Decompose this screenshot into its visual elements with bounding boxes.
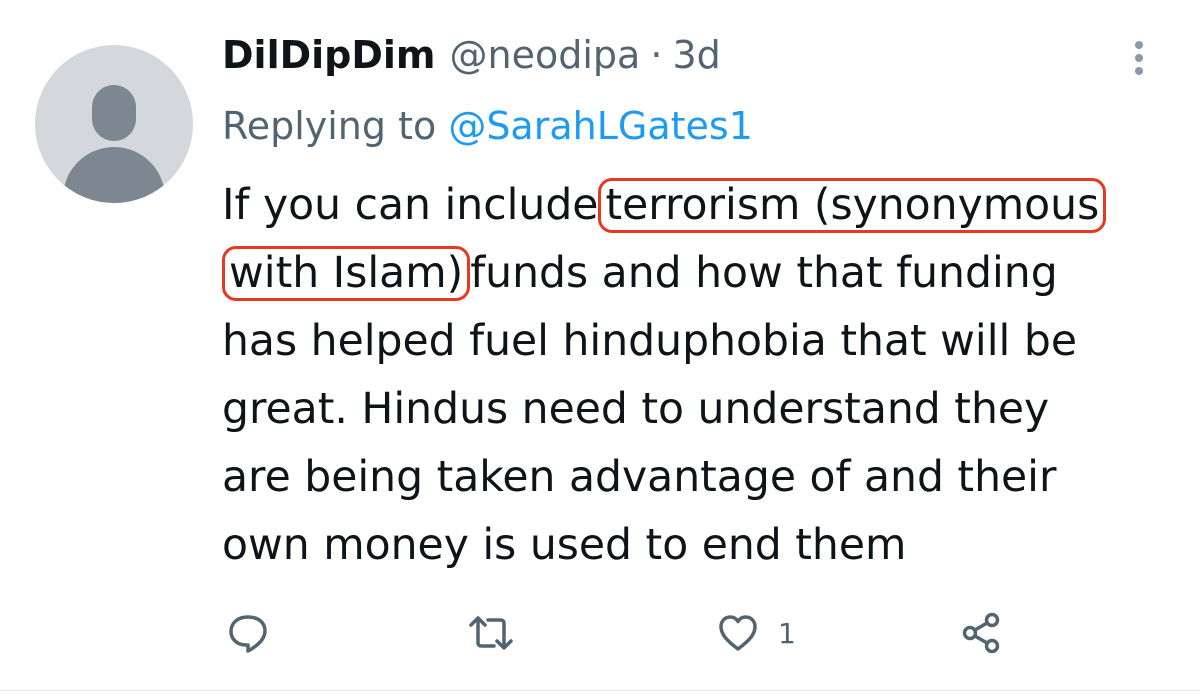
timestamp[interactable]: 3d — [672, 33, 720, 77]
reply-button[interactable] — [226, 608, 270, 658]
like-button[interactable]: 1 — [716, 608, 796, 658]
tweet-text-line-5: are being taken advantage of and their — [222, 453, 1057, 502]
more-options-button[interactable] — [1124, 38, 1154, 78]
divider — [0, 690, 1200, 691]
replying-to-mention[interactable]: @SarahLGates1 — [448, 104, 753, 148]
text-segment: funds and how that funding — [470, 249, 1058, 298]
avatar[interactable] — [35, 45, 193, 203]
share-icon — [962, 612, 1000, 654]
display-name[interactable]: DilDipDim — [222, 33, 436, 77]
share-button[interactable] — [958, 608, 1004, 658]
tweet-header: DilDipDim @neodipa · 3d — [222, 33, 721, 91]
tweet-text-line-2: with Islam) funds and how that funding — [222, 240, 1182, 308]
highlighted-text: with Islam) — [222, 246, 471, 301]
retweet-button[interactable] — [466, 608, 516, 658]
action-bar: 1 — [222, 608, 1022, 658]
tweet-text-line-3: has helped fuel hinduphobia that will be — [222, 317, 1077, 366]
replying-to-line: Replying to @SarahLGates1 — [222, 104, 753, 148]
tweet: DilDipDim @neodipa · 3d Replying to @Sar… — [0, 0, 1200, 696]
default-avatar-icon — [92, 85, 136, 141]
tweet-text-line-1: If you can include terrorism (synonymous — [222, 172, 1182, 240]
heart-icon — [719, 615, 757, 651]
tweet-text: If you can include terrorism (synonymous … — [222, 172, 1182, 580]
avatar-silhouette-body — [63, 147, 165, 203]
retweet-icon — [469, 616, 513, 650]
tweet-text-line-6: own money is used to end them — [222, 521, 907, 570]
replying-to-label: Replying to — [222, 104, 449, 148]
highlighted-text: terrorism (synonymous — [598, 178, 1107, 233]
tweet-text-line-4: great. Hindus need to understand they — [222, 385, 1050, 434]
like-count: 1 — [778, 616, 796, 650]
reply-icon — [229, 615, 267, 653]
separator-dot: · — [650, 33, 663, 77]
user-handle[interactable]: @neodipa — [450, 33, 641, 77]
more-vertical-icon — [1135, 41, 1143, 75]
text-segment: If you can include — [222, 181, 599, 230]
